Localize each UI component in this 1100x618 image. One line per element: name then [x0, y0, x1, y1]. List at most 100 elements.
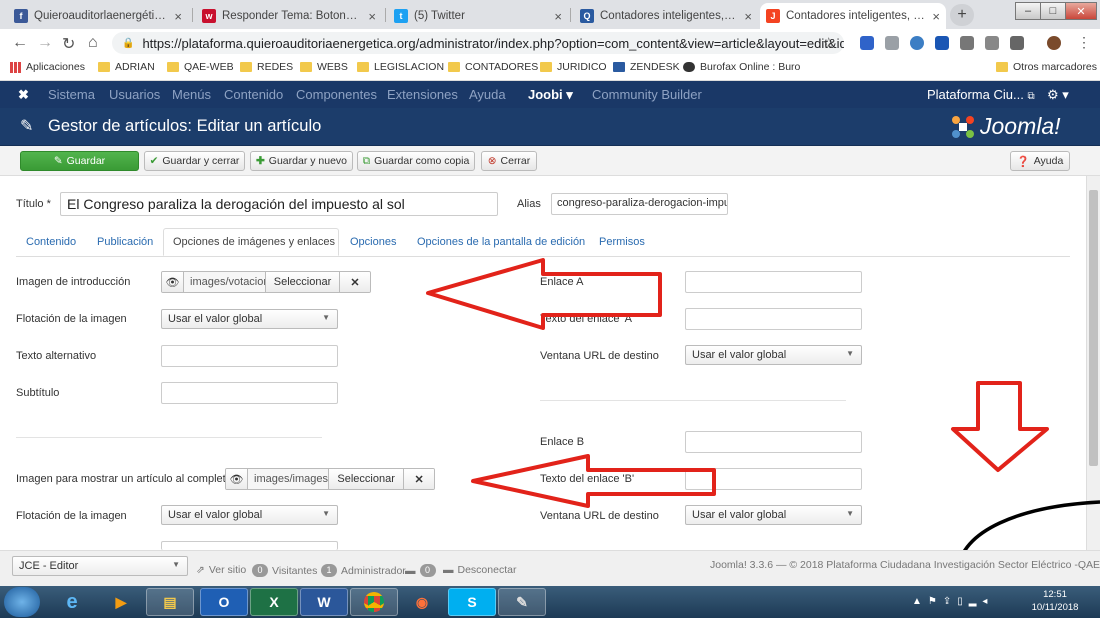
- menu-item-componentes[interactable]: Componentes: [296, 87, 377, 102]
- menu-item-ayuda[interactable]: Ayuda: [469, 87, 506, 102]
- system-tray-icons[interactable]: ▲⚑⇪▯▂◂: [912, 596, 993, 607]
- camera-icon[interactable]: [960, 36, 974, 50]
- excel-icon[interactable]: X: [250, 588, 298, 616]
- bookmark-folder[interactable]: CONTADORES: [448, 61, 538, 73]
- apps-icon: [10, 61, 21, 73]
- browser-tab[interactable]: f Quieroauditorlaenergética - Inic ×: [8, 3, 188, 29]
- close-icon[interactable]: ×: [932, 9, 940, 24]
- edit-toolbar: ✎ Guardar ✔ Guardar y cerrar ✚ Guardar y nu…: [0, 146, 1100, 176]
- page-header: ✎ Gestor de artículos: Editar un artícul…: [0, 108, 1100, 146]
- mail-icon: ▬: [405, 564, 416, 577]
- folder-icon: [448, 62, 460, 72]
- url-field[interactable]: 🔒 https://plataforma.quieroauditoriaener…: [112, 32, 844, 54]
- word-icon[interactable]: W: [300, 588, 348, 616]
- lock-icon: 🔒: [122, 37, 135, 49]
- site-link[interactable]: Plataforma Ciu... ⧉: [927, 87, 1035, 102]
- browser-tab[interactable]: w Responder Tema: Botones Redes ×: [196, 3, 382, 29]
- save-button[interactable]: ✎ Guardar: [20, 151, 139, 171]
- folder-icon: [357, 62, 369, 72]
- close-icon[interactable]: ×: [554, 9, 562, 24]
- messages-status[interactable]: ▬ 0: [405, 564, 436, 577]
- close-icon[interactable]: ×: [174, 9, 182, 24]
- menu-icon[interactable]: ⋮: [1077, 34, 1091, 51]
- menu-item-contenido[interactable]: Contenido: [224, 87, 283, 102]
- firefox-icon[interactable]: ◉: [398, 588, 446, 616]
- ie-icon[interactable]: e: [48, 588, 96, 616]
- bookmark-folder[interactable]: QAE-WEB: [167, 61, 234, 73]
- extension-icon[interactable]: [935, 36, 949, 50]
- folder-icon: [240, 62, 252, 72]
- page-title: Gestor de artículos: Editar un artículo: [48, 117, 322, 135]
- close-icon[interactable]: ×: [368, 9, 376, 24]
- menu-item-menus[interactable]: Menús: [172, 87, 211, 102]
- browser-tab[interactable]: Q Contadores inteligentes, el cons ×: [574, 3, 758, 29]
- media-player-icon[interactable]: ▶: [97, 588, 145, 616]
- bookmark-folder[interactable]: REDES: [240, 61, 293, 73]
- back-arrow-icon[interactable]: ←: [12, 34, 28, 52]
- start-button[interactable]: [4, 587, 40, 617]
- browser-tab-active[interactable]: J Contadores inteligentes, platafo ×: [760, 3, 946, 29]
- extension-icon[interactable]: [910, 36, 924, 50]
- plus-icon: ✚: [255, 155, 265, 167]
- logout-link[interactable]: ▬ Desconectar: [443, 564, 516, 576]
- forward-arrow-icon[interactable]: →: [37, 34, 53, 52]
- bookmark-folder[interactable]: JURIDICO: [540, 61, 607, 73]
- bookmark-other[interactable]: Otros marcadores: [996, 61, 1097, 73]
- joomla-icon[interactable]: ✖: [18, 87, 29, 103]
- extension-icon[interactable]: [885, 36, 899, 50]
- menu-item-community-builder[interactable]: Community Builder: [592, 87, 702, 102]
- bookmark-folder[interactable]: LEGISLACION: [357, 61, 444, 73]
- close-window-button[interactable]: ✕: [1065, 2, 1097, 20]
- close-icon[interactable]: ×: [744, 9, 752, 24]
- minus-icon: ▬: [443, 564, 454, 576]
- avatar[interactable]: [1047, 36, 1061, 50]
- view-site-link[interactable]: ⇗ Ver sitio: [196, 564, 246, 576]
- red-arrow-left: [426, 258, 662, 330]
- site-icon: [613, 62, 625, 72]
- address-bar: ← → ↻ ⌂ 🔒 https://plataforma.quieroaudit…: [0, 29, 1100, 57]
- tab-title: Responder Tema: Botones Redes: [222, 10, 362, 22]
- gear-icon[interactable]: ⚙ ▾: [1047, 87, 1069, 103]
- star-icon[interactable]: ☆: [822, 34, 835, 52]
- url-text: https://plataforma.quieroauditoriaenerge…: [142, 35, 844, 51]
- copy-icon: ⧉: [362, 154, 371, 167]
- maximize-button[interactable]: □: [1040, 2, 1066, 20]
- bookmark-apps[interactable]: Aplicaciones: [10, 61, 85, 73]
- menu-item-joobi[interactable]: Joobi ▾: [528, 87, 573, 103]
- new-tab-button[interactable]: +: [950, 4, 974, 26]
- extension-icon[interactable]: [1010, 36, 1024, 50]
- save-close-button[interactable]: ✔ Guardar y cerrar: [144, 151, 245, 171]
- save-icon: ✎: [53, 155, 63, 167]
- menu-item-extensiones[interactable]: Extensiones: [387, 87, 458, 102]
- browser-tab[interactable]: t (5) Twitter ×: [388, 3, 568, 29]
- editor-select[interactable]: JCE - Editor ▼: [12, 556, 188, 576]
- bookmark-folder[interactable]: WEBS: [300, 61, 348, 73]
- joomla-logo: Joomla!: [950, 113, 1061, 140]
- folder-icon: [98, 62, 110, 72]
- save-new-button[interactable]: ✚ Guardar y nuevo: [250, 151, 353, 171]
- chrome-icon[interactable]: [350, 588, 398, 616]
- bookmark-burofax[interactable]: Burofax Online : Buro: [683, 61, 800, 73]
- visitors-status: 0 Visitantes: [252, 564, 317, 577]
- bookmark-folder[interactable]: ADRIAN: [98, 61, 155, 73]
- save-copy-button[interactable]: ⧉ Guardar como copia: [357, 151, 475, 171]
- extension-icon[interactable]: [860, 36, 874, 50]
- pencil-icon: ✎: [20, 118, 34, 135]
- minimize-button[interactable]: –: [1015, 2, 1041, 20]
- download-icon[interactable]: [985, 36, 999, 50]
- outlook-icon[interactable]: O: [200, 588, 248, 616]
- explorer-icon[interactable]: ▤: [146, 588, 194, 616]
- help-button[interactable]: ❓ Ayuda: [1010, 151, 1070, 171]
- site-icon: Q: [580, 9, 594, 23]
- bookmark-zendesk[interactable]: ZENDESK: [613, 61, 680, 73]
- tab-title: Contadores inteligentes, el cons: [600, 10, 738, 22]
- external-link-icon: ⇗: [196, 564, 205, 576]
- menu-item-sistema[interactable]: Sistema: [48, 87, 95, 102]
- close-button[interactable]: ⊗ Cerrar: [481, 151, 537, 171]
- taskbar-clock[interactable]: 12:51 10/11/2018: [1020, 588, 1090, 614]
- skype-icon[interactable]: S: [448, 588, 496, 616]
- reload-icon[interactable]: ↻: [62, 34, 75, 54]
- home-icon[interactable]: ⌂: [88, 34, 98, 52]
- menu-item-usuarios[interactable]: Usuarios: [109, 87, 160, 102]
- paint-icon[interactable]: ✎: [498, 588, 546, 616]
